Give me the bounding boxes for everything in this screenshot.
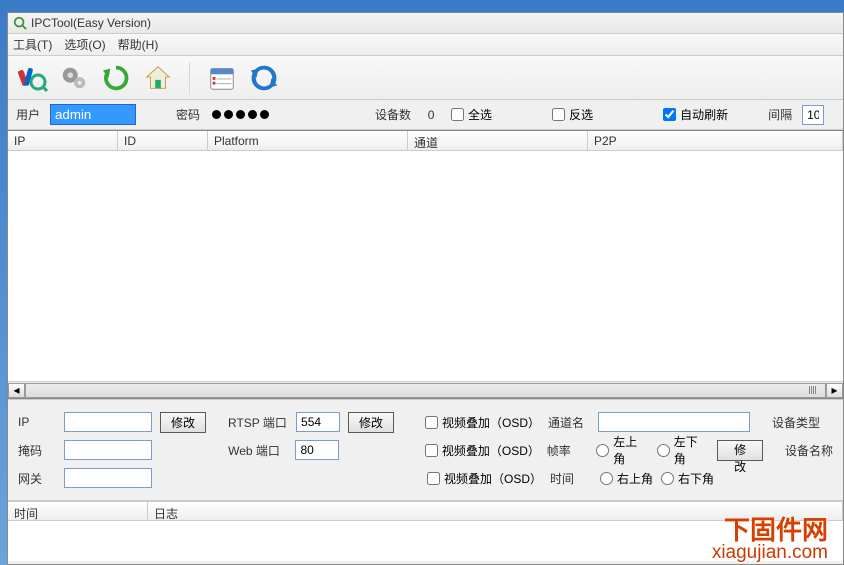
pos-br-radio[interactable]: 右下角 [661,470,714,487]
ip-modify-button[interactable]: 修改 [160,412,206,433]
password-label: 密码 [176,106,200,123]
device-count-value: 0 [421,108,441,122]
user-input[interactable] [50,104,136,125]
interval-input[interactable] [802,105,824,125]
app-icon [13,16,27,30]
menu-tools[interactable]: 工具(T) [13,36,52,53]
window-title: IPCTool(Easy Version) [31,16,151,30]
refresh-green-icon[interactable] [100,62,132,94]
channel-name-label: 通道名 [548,414,590,431]
refresh-blue-icon[interactable] [248,62,280,94]
col-platform[interactable]: Platform [208,131,408,150]
device-table: IP ID Platform 通道 P2P ◂ ▸ [8,130,843,399]
channel-name-input[interactable] [598,412,750,432]
col-id[interactable]: ID [118,131,208,150]
gateway-input[interactable] [64,468,152,488]
gears-icon[interactable] [58,62,90,94]
menu-options[interactable]: 选项(O) [64,36,105,53]
time-label: 时间 [550,470,592,487]
scroll-thumb[interactable] [25,383,826,398]
fps-label: 帧率 [547,442,589,459]
pos-modify-button[interactable]: 修改 [717,440,763,461]
tools-search-icon[interactable] [16,62,48,94]
device-name-label: 设备名称 [785,442,833,459]
pos-bl-radio[interactable]: 右上角 [600,470,653,487]
rtsp-modify-button[interactable]: 修改 [348,412,394,433]
mask-input[interactable] [64,440,152,460]
table-body[interactable] [8,151,843,381]
pos-tr-radio[interactable]: 左下角 [657,433,709,467]
toolbar-separator [189,62,191,94]
main-window: IPCTool(Easy Version) 工具(T) 选项(O) 帮助(H) … [7,12,844,565]
web-input[interactable] [295,440,339,460]
osd1-checkbox[interactable]: 视频叠加（OSD） [425,414,540,431]
device-type-label: 设备类型 [772,414,820,431]
user-label: 用户 [16,106,40,123]
interval-label: 间隔 [768,106,792,123]
log-col-time[interactable]: 时间 [8,502,148,520]
watermark-cn: 下固件网 [712,517,828,543]
ip-input[interactable] [64,412,152,432]
scroll-right-button[interactable]: ▸ [826,383,843,398]
titlebar: IPCTool(Easy Version) [8,13,843,34]
invert-checkbox[interactable]: 反选 [552,106,593,123]
osd2-checkbox[interactable]: 视频叠加（OSD） [425,442,539,459]
toolbar [8,56,843,100]
web-label: Web 端口 [228,442,287,459]
col-channel[interactable]: 通道 [408,131,588,150]
rtsp-label: RTSP 端口 [228,414,288,431]
rtsp-input[interactable] [296,412,340,432]
pos-tl-radio[interactable]: 左上角 [596,433,648,467]
menubar: 工具(T) 选项(O) 帮助(H) [8,34,843,56]
watermark: 下固件网 xiagujian.com [712,517,828,562]
watermark-en: xiagujian.com [712,543,828,562]
device-count-label: 设备数 [375,106,411,123]
mask-label: 掩码 [18,442,56,459]
horizontal-scrollbar[interactable]: ◂ ▸ [8,381,843,398]
osd3-checkbox[interactable]: 视频叠加（OSD） [427,470,542,487]
ip-label: IP [18,415,56,429]
col-p2p[interactable]: P2P [588,131,843,150]
control-bar: 用户 密码 设备数 0 全选 反选 自动刷新 间隔 [8,100,843,130]
gateway-label: 网关 [18,470,56,487]
password-input[interactable] [210,110,295,119]
select-all-checkbox[interactable]: 全选 [451,106,492,123]
col-ip[interactable]: IP [8,131,118,150]
settings-panel: IP 修改 RTSP 端口 修改 视频叠加（OSD） 通道名 设备类型 掩码 W… [8,399,843,501]
scroll-left-button[interactable]: ◂ [8,383,25,398]
table-header: IP ID Platform 通道 P2P [8,131,843,151]
home-icon[interactable] [142,62,174,94]
calendar-icon[interactable] [206,62,238,94]
menu-help[interactable]: 帮助(H) [118,36,159,53]
auto-refresh-checkbox[interactable]: 自动刷新 [663,106,728,123]
